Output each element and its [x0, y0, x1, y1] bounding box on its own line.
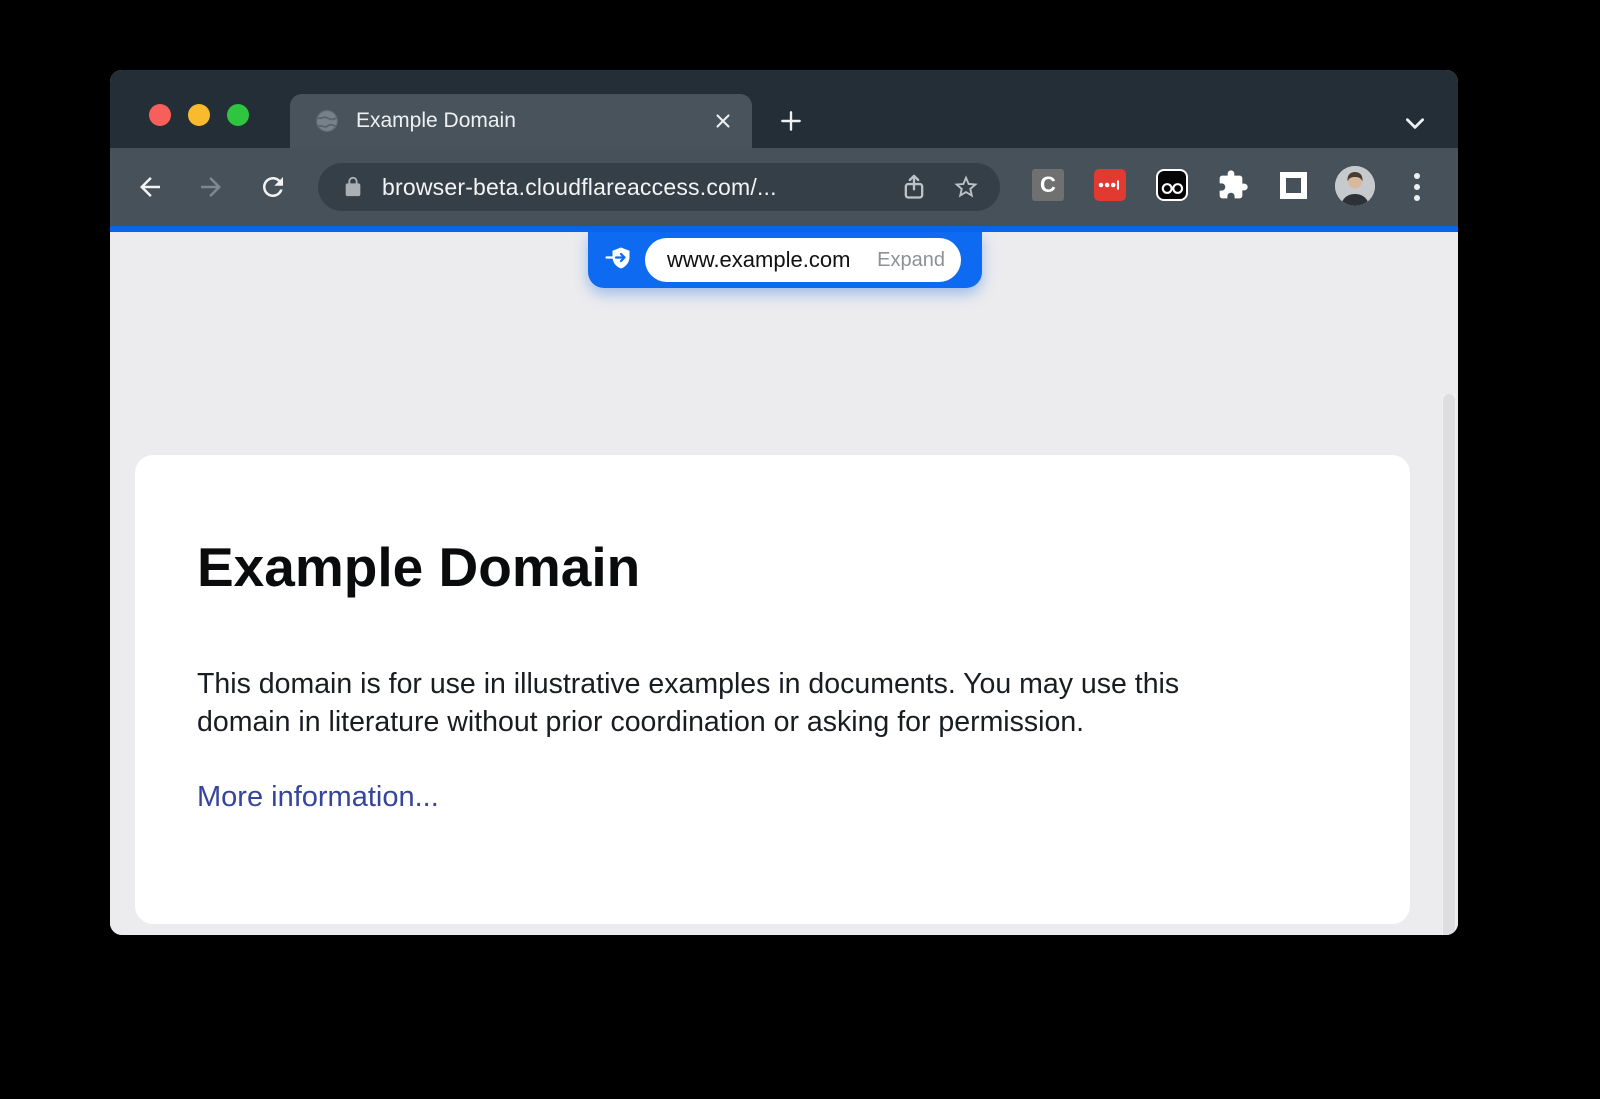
isolated-domain-text: www.example.com — [667, 247, 877, 273]
extension-lastpass-icon[interactable] — [1094, 169, 1126, 201]
globe-favicon-icon — [314, 108, 340, 134]
zoom-window-button[interactable] — [227, 104, 249, 126]
url-text[interactable]: browser-beta.cloudflareaccess.com/... — [382, 174, 876, 201]
extension-c-icon[interactable]: C — [1032, 169, 1064, 201]
new-tab-button[interactable] — [778, 108, 804, 134]
forward-button[interactable] — [196, 172, 226, 202]
toolbar: browser-beta.cloudflareaccess.com/... C — [110, 148, 1458, 226]
minimize-window-button[interactable] — [188, 104, 210, 126]
screenshot-stage: Example Domain — [0, 0, 1600, 1099]
close-window-button[interactable] — [149, 104, 171, 126]
page-title: Example Domain — [197, 535, 640, 599]
scrollbar-track[interactable] — [1442, 394, 1456, 935]
side-panel-icon[interactable] — [1280, 172, 1307, 199]
tab-example-domain[interactable]: Example Domain — [290, 94, 752, 148]
shield-arrow-icon — [605, 245, 635, 275]
page-body-text: This domain is for use in illustrative e… — [197, 665, 1357, 741]
isolation-banner: www.example.com Expand — [588, 232, 982, 288]
reload-button[interactable] — [258, 172, 288, 202]
tab-close-icon[interactable] — [712, 110, 734, 132]
tab-search-chevron-icon[interactable] — [1402, 110, 1428, 136]
back-button[interactable] — [135, 172, 165, 202]
browser-window: Example Domain — [110, 70, 1458, 935]
bookmark-star-icon[interactable] — [952, 173, 980, 201]
expand-button[interactable]: Expand — [877, 249, 945, 272]
more-information-link[interactable]: More information... — [197, 781, 439, 814]
lock-icon — [342, 176, 364, 198]
profile-avatar[interactable] — [1335, 166, 1375, 206]
tab-title: Example Domain — [356, 109, 712, 133]
scrollbar-thumb[interactable] — [1443, 394, 1455, 935]
content-card: Example Domain This domain is for use in… — [135, 455, 1410, 924]
extension-camera-icon[interactable] — [1156, 169, 1188, 201]
browser-menu-icon[interactable] — [1413, 171, 1421, 203]
page-viewport: Example Domain This domain is for use in… — [110, 232, 1458, 935]
extensions-puzzle-icon[interactable] — [1217, 169, 1249, 201]
address-bar[interactable]: browser-beta.cloudflareaccess.com/... — [318, 163, 1000, 211]
tab-bar: Example Domain — [110, 70, 1458, 148]
isolated-domain-pill[interactable]: www.example.com Expand — [645, 238, 961, 282]
share-icon[interactable] — [900, 173, 928, 201]
